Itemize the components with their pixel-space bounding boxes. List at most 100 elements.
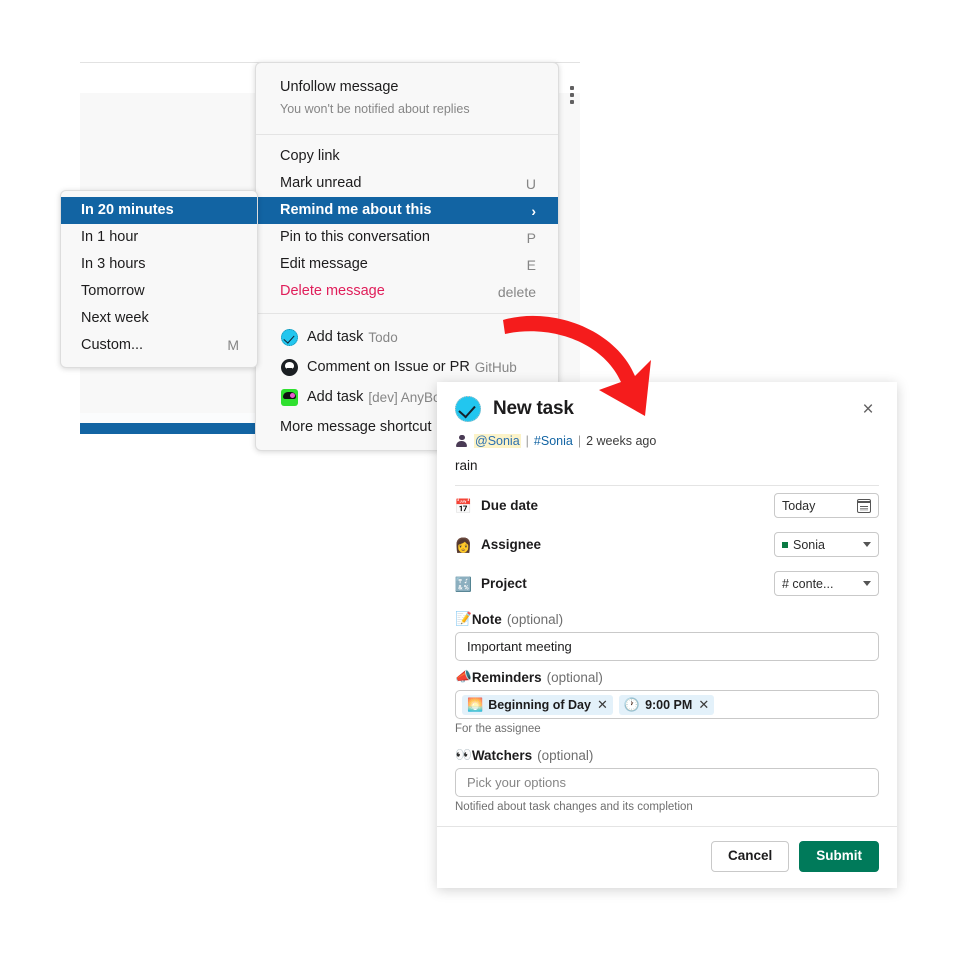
kebab-dot [570, 100, 574, 104]
project-label-group: 🔣 Project [455, 575, 774, 592]
chevron-down-icon[interactable] [863, 581, 871, 586]
field-label: Assignee [481, 537, 541, 552]
watchers-optional-tag: (optional) [537, 748, 593, 763]
kebab-dot [570, 93, 574, 97]
todo-check-icon [455, 396, 481, 422]
submenu-item-label: In 20 minutes [81, 200, 227, 221]
chip-label: 9:00 PM [645, 698, 692, 712]
project-select[interactable]: # conte... [774, 571, 879, 596]
submenu-item-in-3-hours[interactable]: In 3 hours [61, 251, 257, 278]
kebab-dot [570, 86, 574, 90]
chip-label: Beginning of Day [488, 698, 591, 712]
submenu-item-label: In 3 hours [81, 254, 227, 275]
reminder-chip-9pm[interactable]: 🕐 9:00 PM ✕ [619, 695, 714, 715]
note-input[interactable]: Important meeting [455, 632, 879, 661]
field-label: Due date [481, 498, 538, 513]
watchers-hint: Notified about task changes and its comp… [455, 797, 879, 817]
message-meta: @Sonia | #Sonia | 2 weeks ago [455, 432, 879, 458]
menu-item-add-task-todo[interactable]: Add task Todo [256, 322, 558, 352]
field-assignee: 👩 Assignee Sonia [455, 525, 879, 564]
chip-remove-icon[interactable]: ✕ [698, 697, 709, 713]
menu-item-label: Mark unread [280, 173, 514, 194]
submenu-item-custom[interactable]: Custom... M [61, 332, 257, 359]
menu-item-accel: U [526, 174, 536, 194]
unfollow-subtitle: You won't be notified about replies [280, 100, 536, 118]
status-dot [782, 542, 788, 548]
menu-item-mark-unread[interactable]: Mark unread U [256, 170, 558, 197]
menu-section-actions: Copy link Mark unread U Remind me about … [256, 134, 558, 313]
project-value: # conte... [782, 577, 859, 591]
assignee-value: Sonia [793, 538, 859, 552]
clock-icon: 🕐 [624, 698, 640, 711]
dialog-title: New task [493, 398, 857, 420]
submenu-item-accel: M [227, 335, 239, 355]
shortcut-label: Add task [307, 329, 363, 345]
watchers-placeholder: Pick your options [467, 775, 566, 790]
watchers-input[interactable]: Pick your options [455, 768, 879, 797]
menu-item-edit-message[interactable]: Edit message E [256, 251, 558, 278]
submenu-item-in-1-hour[interactable]: In 1 hour [61, 224, 257, 251]
new-task-dialog: New task × @Sonia | #Sonia | 2 weeks ago… [437, 382, 897, 888]
menu-item-label: Copy link [280, 146, 524, 167]
close-icon[interactable]: × [857, 400, 879, 419]
shortcut-label: Comment on Issue or PR [307, 359, 470, 375]
assignee-person-icon: 👩 [455, 536, 472, 553]
megaphone-icon: 📣 [455, 669, 472, 685]
todo-icon [280, 328, 299, 347]
anybot-icon [280, 388, 299, 407]
menu-item-comment-on-issue-or-pr[interactable]: Comment on Issue or PR GitHub [256, 352, 558, 382]
chevron-down-icon[interactable] [863, 542, 871, 547]
message-channel[interactable]: #Sonia [534, 434, 573, 448]
field-due-date: 📅 Due date Today [455, 486, 879, 525]
sunrise-icon: 🌅 [467, 698, 483, 711]
github-icon [280, 358, 299, 377]
menu-item-accel: delete [498, 282, 536, 302]
submenu-item-label: Custom... [81, 335, 215, 356]
assignee-select[interactable]: Sonia [774, 532, 879, 557]
submenu-item-in-20-minutes[interactable]: In 20 minutes [61, 197, 257, 224]
menu-section-follow: Unfollow message You won't be notified a… [256, 63, 558, 134]
kebab-menu-icon[interactable] [563, 78, 581, 112]
submenu-item-tomorrow[interactable]: Tomorrow [61, 278, 257, 305]
dialog-footer: Cancel Submit [437, 826, 897, 888]
meta-separator: | [526, 434, 529, 448]
calendar-date-icon: 📅 [455, 497, 472, 514]
more-shortcuts-label: More message shortcut [280, 419, 432, 435]
project-hash-icon: 🔣 [455, 575, 472, 592]
submenu-item-label: Tomorrow [81, 281, 227, 302]
eyes-icon: 👀 [455, 747, 472, 763]
reminder-chip-beginning-of-day[interactable]: 🌅 Beginning of Day ✕ [462, 695, 613, 715]
menu-item-pin-to-conversation[interactable]: Pin to this conversation P [256, 224, 558, 251]
reminder-submenu: In 20 minutes In 1 hour In 3 hours Tomor… [60, 190, 258, 368]
shortcut-app-name: GitHub [475, 360, 517, 375]
shortcut-app-name: Todo [368, 330, 397, 345]
menu-item-remind-me-about-this[interactable]: Remind me about this › [256, 197, 558, 224]
menu-item-label: Pin to this conversation [280, 227, 515, 248]
meta-separator: | [578, 434, 581, 448]
reminders-hint: For the assignee [455, 719, 879, 739]
submit-button[interactable]: Submit [799, 841, 879, 872]
field-label: Project [481, 576, 527, 591]
person-icon [455, 435, 468, 448]
assignee-label-group: 👩 Assignee [455, 536, 774, 553]
note-label: Note [472, 612, 502, 627]
cancel-button[interactable]: Cancel [711, 841, 789, 872]
menu-item-label: Edit message [280, 254, 515, 275]
note-label-group: 📝 Note (optional) [455, 603, 879, 632]
calendar-picker-icon[interactable] [857, 499, 871, 513]
shortcut-label: Add task [307, 389, 363, 405]
chip-remove-icon[interactable]: ✕ [597, 697, 608, 713]
message-author: @Sonia [474, 434, 521, 448]
reminders-input[interactable]: 🌅 Beginning of Day ✕ 🕐 9:00 PM ✕ [455, 690, 879, 719]
shortcut-app-name: [dev] AnyBo [368, 390, 440, 405]
reminders-label-group: 📣 Reminders (optional) [455, 661, 879, 690]
menu-item-copy-link[interactable]: Copy link [256, 143, 558, 170]
submenu-item-next-week[interactable]: Next week [61, 305, 257, 332]
due-date-control[interactable]: Today [774, 493, 879, 518]
dialog-body: @Sonia | #Sonia | 2 weeks ago rain 📅 Due… [437, 432, 897, 817]
menu-item-unfollow-message[interactable]: Unfollow message You won't be notified a… [256, 71, 558, 126]
due-date-value: Today [782, 499, 857, 513]
reminders-optional-tag: (optional) [547, 670, 603, 685]
menu-item-delete-message[interactable]: Delete message delete [256, 278, 558, 305]
reminders-label: Reminders [472, 670, 542, 685]
